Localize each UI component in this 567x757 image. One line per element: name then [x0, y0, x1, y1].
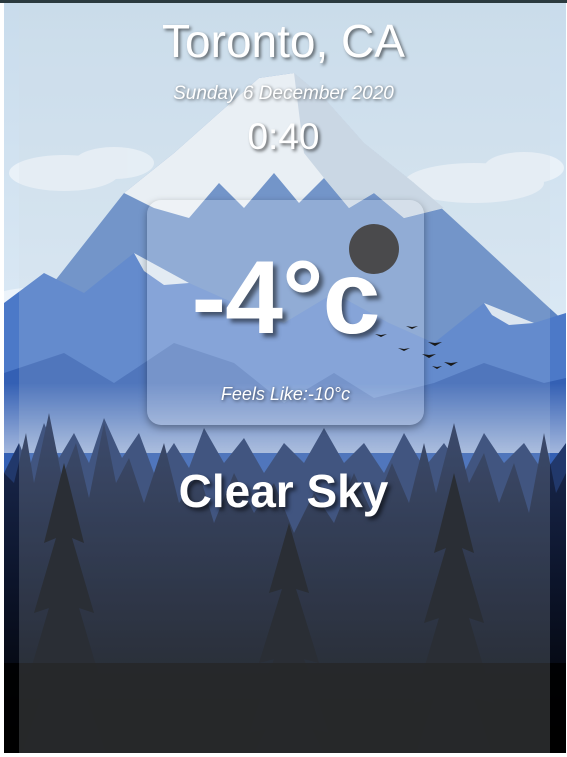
- feels-like-label: Feels Like:-10°c: [220, 384, 351, 404]
- time-label: 0:40: [247, 116, 320, 157]
- weather-app: Toronto, CA Sunday 6 December 2020 0:40 …: [0, 0, 567, 757]
- date-label: Sunday 6 December 2020: [173, 83, 394, 104]
- city-name: Toronto, CA: [162, 15, 405, 67]
- weather-description: Clear Sky: [178, 465, 389, 517]
- birds-decoration: [375, 326, 458, 369]
